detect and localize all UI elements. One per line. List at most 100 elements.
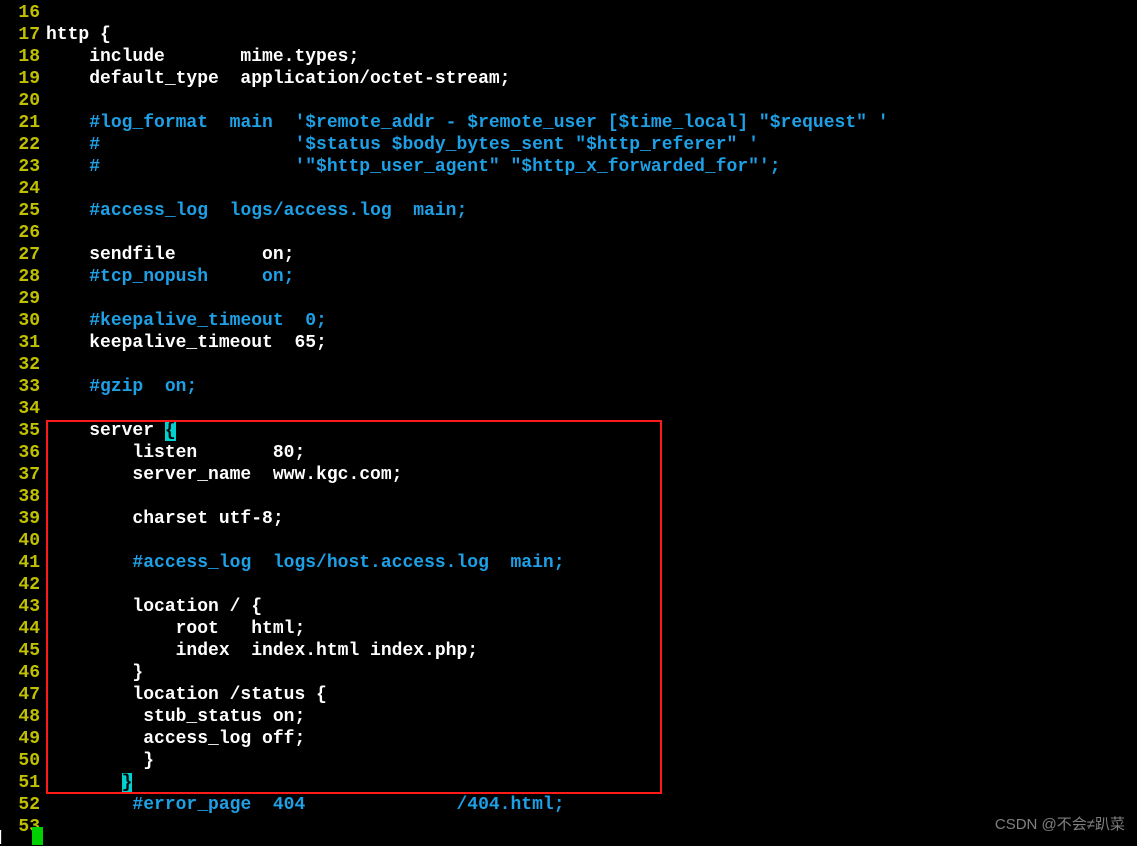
code-content[interactable]: access_log off; — [46, 728, 1137, 750]
code-content[interactable] — [46, 354, 1137, 376]
code-content[interactable]: #error_page 404 /404.html; — [46, 794, 1137, 816]
code-line[interactable]: 41 #access_log logs/host.access.log main… — [0, 552, 1137, 574]
code-line[interactable]: 46 } — [0, 662, 1137, 684]
code-line[interactable]: 18 include mime.types; — [0, 46, 1137, 68]
code-content[interactable]: # '"$http_user_agent" "$http_x_forwarded… — [46, 156, 1137, 178]
code-content[interactable]: default_type application/octet-stream; — [46, 68, 1137, 90]
code-content[interactable]: listen 80; — [46, 442, 1137, 464]
code-content[interactable]: } — [46, 750, 1137, 772]
code-content[interactable]: #tcp_nopush on; — [46, 266, 1137, 288]
code-text: } — [46, 751, 154, 771]
code-content[interactable] — [46, 574, 1137, 596]
code-content[interactable] — [46, 222, 1137, 244]
code-content[interactable]: } — [46, 772, 1137, 794]
code-line[interactable]: 29 — [0, 288, 1137, 310]
code-line[interactable]: 25 #access_log logs/access.log main; — [0, 200, 1137, 222]
line-number: 52 — [0, 794, 46, 816]
code-line[interactable]: 47 location /status { — [0, 684, 1137, 706]
code-content[interactable]: server { — [46, 420, 1137, 442]
line-number: 39 — [0, 508, 46, 530]
code-line[interactable]: 44 root html; — [0, 618, 1137, 640]
code-line[interactable]: 38 — [0, 486, 1137, 508]
code-content[interactable]: #log_format main '$remote_addr - $remote… — [46, 112, 1137, 134]
code-line[interactable]: 48 stub_status on; — [0, 706, 1137, 728]
code-line[interactable]: 27 sendfile on; — [0, 244, 1137, 266]
code-content[interactable]: root html; — [46, 618, 1137, 640]
code-line[interactable]: 16 — [0, 2, 1137, 24]
code-content[interactable] — [46, 288, 1137, 310]
code-content[interactable]: server_name www.kgc.com; — [46, 464, 1137, 486]
line-number: 18 — [0, 46, 46, 68]
code-line[interactable]: 40 — [0, 530, 1137, 552]
code-content[interactable]: sendfile on; — [46, 244, 1137, 266]
code-content[interactable]: #access_log logs/access.log main; — [46, 200, 1137, 222]
code-line[interactable]: 30 #keepalive_timeout 0; — [0, 310, 1137, 332]
code-text: sendfile on; — [46, 245, 294, 265]
code-line[interactable]: 52 #error_page 404 /404.html; — [0, 794, 1137, 816]
line-number: 44 — [0, 618, 46, 640]
code-line[interactable]: 37 server_name www.kgc.com; — [0, 464, 1137, 486]
code-line[interactable]: 53 — [0, 816, 1137, 838]
line-number: 47 — [0, 684, 46, 706]
code-content[interactable]: } — [46, 662, 1137, 684]
code-line[interactable]: 43 location / { — [0, 596, 1137, 618]
code-content[interactable]: keepalive_timeout 65; — [46, 332, 1137, 354]
code-line[interactable]: 36 listen 80; — [0, 442, 1137, 464]
code-content[interactable]: include mime.types; — [46, 46, 1137, 68]
code-line[interactable]: 20 — [0, 90, 1137, 112]
line-number: 25 — [0, 200, 46, 222]
code-content[interactable] — [46, 178, 1137, 200]
code-content[interactable]: charset utf-8; — [46, 508, 1137, 530]
code-line[interactable]: 32 — [0, 354, 1137, 376]
code-line[interactable]: 42 — [0, 574, 1137, 596]
code-line[interactable]: 28 #tcp_nopush on; — [0, 266, 1137, 288]
code-content[interactable] — [46, 816, 1137, 838]
code-line[interactable]: 31 keepalive_timeout 65; — [0, 332, 1137, 354]
comment-text: #gzip on; — [89, 377, 197, 397]
code-line[interactable]: 24 — [0, 178, 1137, 200]
line-number: 21 — [0, 112, 46, 134]
code-content[interactable]: stub_status on; — [46, 706, 1137, 728]
code-line[interactable]: 22 # '$status $body_bytes_sent "$http_re… — [0, 134, 1137, 156]
line-number: 22 — [0, 134, 46, 156]
code-line[interactable]: 19 default_type application/octet-stream… — [0, 68, 1137, 90]
code-text: keepalive_timeout 65; — [46, 333, 327, 353]
code-content[interactable] — [46, 530, 1137, 552]
comment-text: #tcp_nopush on; — [89, 267, 294, 287]
code-content[interactable] — [46, 2, 1137, 24]
code-line[interactable]: 34 — [0, 398, 1137, 420]
code-text: access_log off; — [46, 729, 305, 749]
code-text: http { — [46, 25, 111, 45]
comment-text: #error_page 404 /404.html; — [132, 795, 564, 815]
line-number: 45 — [0, 640, 46, 662]
code-line[interactable]: 17http { — [0, 24, 1137, 46]
code-text: location /status { — [46, 685, 327, 705]
code-line[interactable]: 23 # '"$http_user_agent" "$http_x_forwar… — [0, 156, 1137, 178]
code-line[interactable]: 39 charset utf-8; — [0, 508, 1137, 530]
code-content[interactable]: index index.html index.php; — [46, 640, 1137, 662]
code-line[interactable]: 26 — [0, 222, 1137, 244]
code-text — [46, 795, 132, 815]
code-content[interactable] — [46, 90, 1137, 112]
brace-match: { — [165, 421, 176, 441]
code-content[interactable] — [46, 398, 1137, 420]
code-content[interactable]: #gzip on; — [46, 376, 1137, 398]
code-content[interactable]: #keepalive_timeout 0; — [46, 310, 1137, 332]
code-line[interactable]: 35 server { — [0, 420, 1137, 442]
code-line[interactable]: 45 index index.html index.php; — [0, 640, 1137, 662]
code-line[interactable]: 49 access_log off; — [0, 728, 1137, 750]
code-editor[interactable]: 1617http {18 include mime.types;19 defau… — [0, 0, 1137, 838]
code-text: include mime.types; — [46, 47, 359, 67]
code-line[interactable]: 21 #log_format main '$remote_addr - $rem… — [0, 112, 1137, 134]
code-content[interactable]: location /status { — [46, 684, 1137, 706]
code-line[interactable]: 33 #gzip on; — [0, 376, 1137, 398]
line-number: 38 — [0, 486, 46, 508]
code-content[interactable]: #access_log logs/host.access.log main; — [46, 552, 1137, 574]
code-line[interactable]: 50 } — [0, 750, 1137, 772]
code-content[interactable]: # '$status $body_bytes_sent "$http_refer… — [46, 134, 1137, 156]
code-content[interactable]: http { — [46, 24, 1137, 46]
code-content[interactable] — [46, 486, 1137, 508]
line-number: 41 — [0, 552, 46, 574]
code-line[interactable]: 51 } — [0, 772, 1137, 794]
code-content[interactable]: location / { — [46, 596, 1137, 618]
